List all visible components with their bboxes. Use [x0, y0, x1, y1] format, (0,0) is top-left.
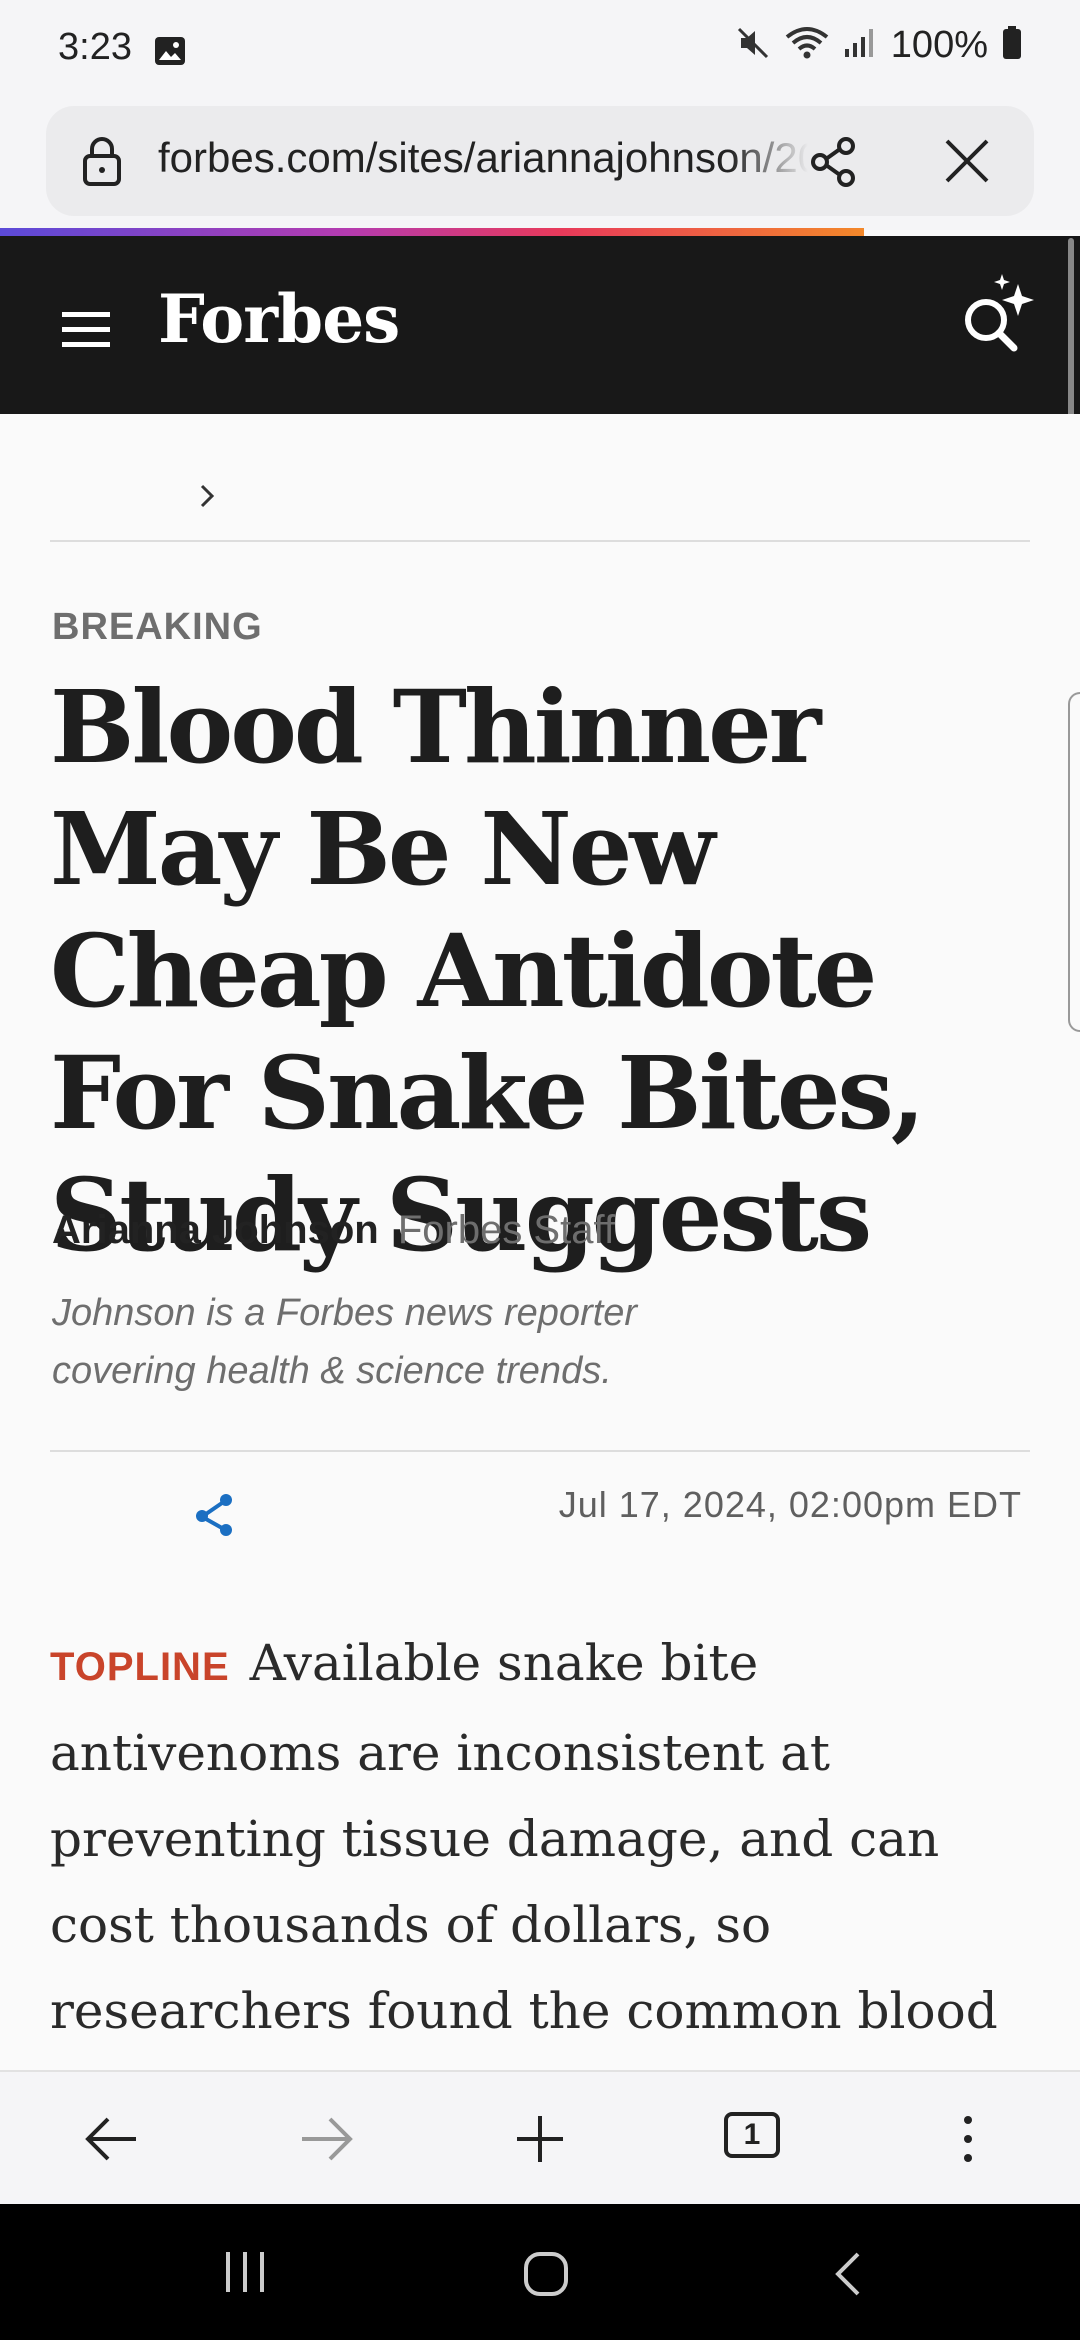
author-role: Forbes Staff [397, 1208, 615, 1252]
status-bar: 3:23 100% [0, 0, 1080, 100]
page-load-progress [0, 228, 864, 236]
article-content: BREAKING Blood Thinner May Be New Cheap … [0, 414, 1080, 2070]
byline: Arianna Johnson Forbes Staff [52, 1208, 615, 1253]
hamburger-menu-icon[interactable] [60, 310, 112, 355]
article-headline: Blood Thinner May Be New Cheap Antidote … [50, 668, 926, 1274]
topline-text: Available snake bite antivenoms are inco… [50, 1634, 998, 2070]
topline-label: TOPLINE [50, 1645, 230, 1689]
system-nav-bar [0, 2204, 1080, 2340]
site-logo[interactable]: Forbes [158, 280, 400, 358]
address-bar[interactable]: forbes.com/sites/ariannajohnson/2024/07/… [46, 106, 1034, 216]
share-article-icon[interactable] [194, 1492, 236, 1543]
lock-icon[interactable] [80, 136, 124, 191]
recent-apps-icon[interactable] [222, 2250, 268, 2299]
close-icon[interactable] [942, 136, 992, 191]
page-scrollbar[interactable] [1068, 238, 1074, 438]
url-text[interactable]: forbes.com/sites/ariannajohnson/2024/07/… [158, 134, 808, 182]
battery-icon [1002, 26, 1022, 65]
site-header: Forbes [0, 236, 1080, 414]
more-options-icon[interactable] [958, 2114, 978, 2169]
gallery-icon [154, 36, 186, 71]
divider [50, 1450, 1030, 1452]
back-arrow-icon[interactable] [84, 2114, 140, 2169]
edge-panel-handle[interactable] [1068, 692, 1080, 1032]
browser-url-bar-area: forbes.com/sites/ariannajohnson/2024/07/… [0, 100, 1080, 230]
mute-icon [735, 25, 771, 66]
article-topline: TOPLINE Available snake bite antivenoms a… [50, 1620, 1040, 2070]
article-kicker: BREAKING [52, 606, 263, 648]
home-icon[interactable] [522, 2250, 570, 2303]
wifi-icon [785, 25, 829, 66]
share-icon[interactable] [806, 134, 862, 195]
search-icon[interactable] [956, 274, 1040, 363]
breadcrumb-chevron-icon[interactable] [198, 482, 218, 515]
author-name[interactable]: Arianna Johnson [52, 1208, 379, 1252]
new-tab-plus-icon[interactable] [512, 2114, 568, 2169]
tabs-count-button[interactable]: 1 [724, 2112, 780, 2158]
status-icons: 100% [735, 24, 1022, 67]
status-time: 3:23 [58, 26, 132, 68]
article-date: Jul 17, 2024, 02:00pm EDT [558, 1484, 1022, 1525]
author-bio: Johnson is a Forbes news reporter coveri… [52, 1292, 638, 1392]
forward-arrow-icon[interactable] [298, 2114, 354, 2169]
browser-toolbar: 1 [0, 2070, 1080, 2204]
system-back-icon[interactable] [832, 2250, 862, 2303]
divider [50, 540, 1030, 542]
battery-text: 100% [890, 24, 988, 66]
signal-icon [843, 27, 877, 64]
